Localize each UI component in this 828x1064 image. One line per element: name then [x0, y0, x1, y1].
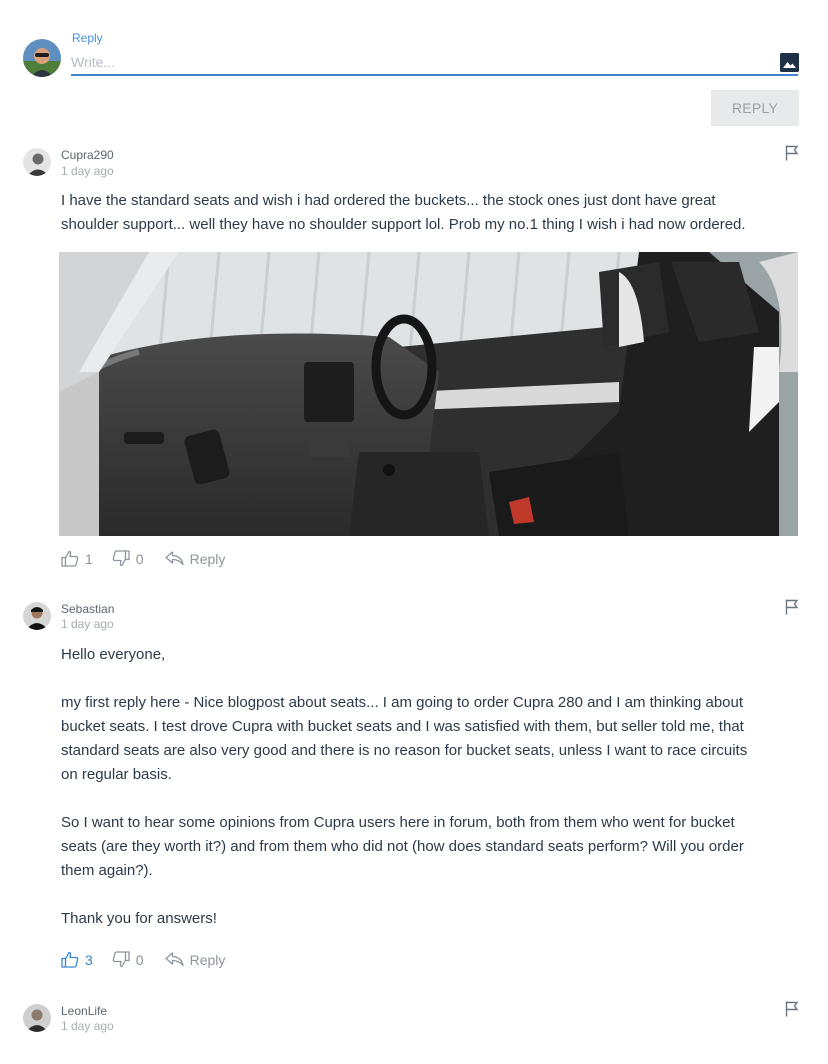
- reply-arrow-icon: [164, 952, 184, 967]
- comment-body-line: my first reply here - Nice blogpost abou…: [61, 694, 744, 711]
- comment-body-line: I have the standard seats and wish i had…: [61, 192, 716, 209]
- comment-author[interactable]: Sebastian: [61, 602, 114, 616]
- comment-timestamp[interactable]: 1 day ago: [61, 164, 114, 178]
- image-upload-icon[interactable]: [780, 53, 799, 72]
- comment-body-line: Thank you for answers!: [61, 910, 217, 927]
- comment-timestamp[interactable]: 1 day ago: [61, 617, 114, 631]
- reply-input[interactable]: [71, 50, 798, 76]
- reply-arrow-icon: [164, 551, 184, 566]
- thumbs-down-icon: [112, 951, 130, 968]
- comment-body-line: bucket seats. I test drove Cupra with bu…: [61, 718, 744, 735]
- upvote-count: 3: [85, 951, 93, 968]
- avatar[interactable]: [23, 602, 51, 630]
- reply-button[interactable]: Reply: [164, 550, 226, 567]
- comment-timestamp[interactable]: 1 day ago: [61, 1019, 114, 1033]
- thumbs-down-icon: [112, 550, 130, 567]
- composer-label: Reply: [72, 31, 103, 45]
- downvote-count: 0: [135, 951, 144, 968]
- comment-body-line: on regular basis.: [61, 766, 172, 783]
- upvote-count: 1: [85, 550, 93, 567]
- comment-body-line: them again?).: [61, 862, 153, 879]
- comment-body-line: So I want to hear some opinions from Cup…: [61, 814, 735, 831]
- attached-photo[interactable]: [59, 252, 798, 536]
- comment-author[interactable]: LeonLife: [61, 1004, 107, 1018]
- comment-body-line: seats (are they worth it?) and from them…: [61, 838, 744, 855]
- comment-actions: 3 0 Reply: [61, 951, 225, 968]
- flag-icon[interactable]: [785, 599, 799, 615]
- reply-label: Reply: [189, 550, 226, 567]
- reply-button[interactable]: Reply: [164, 951, 226, 968]
- thumbs-up-icon: [61, 550, 79, 567]
- flag-icon[interactable]: [785, 145, 799, 161]
- comment-actions: 1 0 Reply: [61, 550, 225, 567]
- current-user-avatar[interactable]: [23, 39, 61, 77]
- reply-label: Reply: [189, 951, 226, 968]
- submit-reply-button[interactable]: REPLY: [711, 90, 799, 126]
- downvote-button[interactable]: 0: [112, 951, 144, 968]
- flag-icon[interactable]: [785, 1001, 799, 1017]
- downvote-button[interactable]: 0: [112, 550, 144, 567]
- avatar[interactable]: [23, 148, 51, 176]
- avatar[interactable]: [23, 1004, 51, 1032]
- upvote-button[interactable]: 3: [61, 951, 93, 968]
- comment-body-line: Hello everyone,: [61, 646, 166, 663]
- comment-body-line: standard seats are also very good and th…: [61, 742, 748, 759]
- comment-author[interactable]: Cupra290: [61, 148, 114, 162]
- comment-body-line: shoulder support... well they have no sh…: [61, 216, 746, 233]
- upvote-button[interactable]: 1: [61, 550, 93, 567]
- downvote-count: 0: [135, 550, 144, 567]
- thumbs-up-icon: [61, 951, 79, 968]
